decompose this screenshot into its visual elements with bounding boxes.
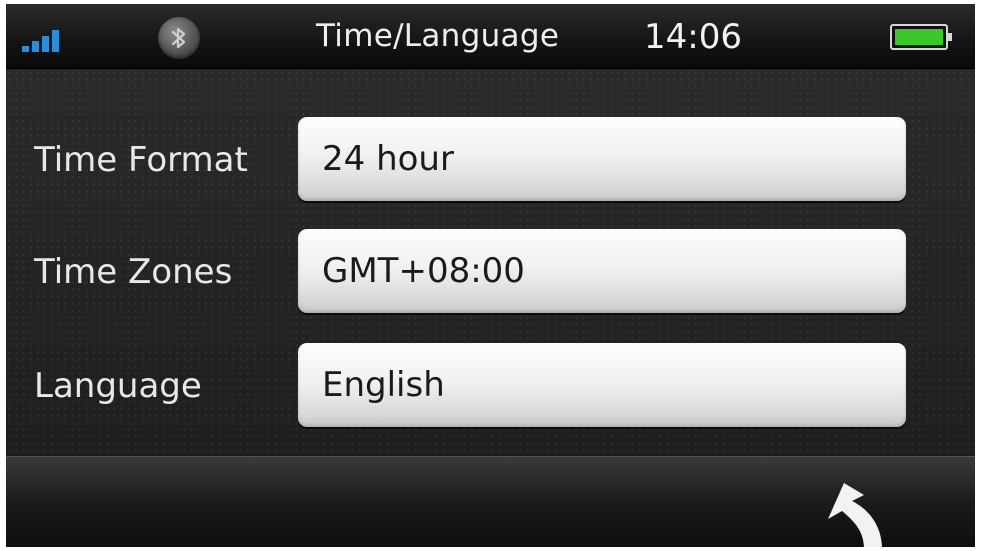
page-title: Time/Language [316, 18, 560, 54]
time-format-value: 24 hour [322, 139, 454, 179]
setting-row-time-zones: Time Zones GMT+08:00 [6, 229, 975, 315]
bottom-bar [6, 456, 975, 547]
signal-bars-icon [22, 30, 59, 52]
time-format-field[interactable]: 24 hour [298, 117, 906, 201]
time-zones-field[interactable]: GMT+08:00 [298, 229, 906, 313]
language-field[interactable]: English [298, 343, 906, 427]
setting-row-language: Language English [6, 343, 975, 429]
battery-icon [890, 24, 952, 50]
time-zones-label: Time Zones [34, 252, 233, 292]
bluetooth-icon [158, 17, 200, 59]
time-format-label: Time Format [34, 140, 248, 180]
device-screen: Time/Language 14:06 Time Format 24 hour … [6, 4, 975, 547]
back-arrow-icon[interactable] [818, 469, 908, 547]
language-label: Language [34, 366, 202, 406]
clock: 14:06 [644, 17, 742, 57]
settings-panel: Time Format 24 hour Time Zones GMT+08:00… [6, 69, 975, 455]
setting-row-time-format: Time Format 24 hour [6, 117, 975, 203]
status-bar: Time/Language 14:06 [6, 4, 975, 69]
language-value: English [322, 365, 445, 405]
time-zones-value: GMT+08:00 [322, 251, 525, 291]
